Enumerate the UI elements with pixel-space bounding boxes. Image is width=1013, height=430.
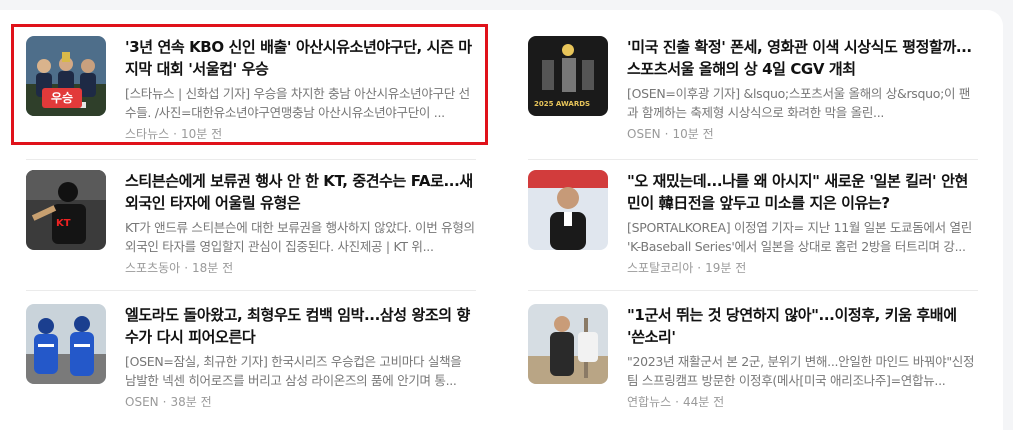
news-meta: 연합뉴스 · 44분 전 [627,395,725,409]
divider [528,159,978,160]
news-meta: OSEN · 10분 전 [627,127,714,141]
news-time: 19분 전 [705,261,747,275]
svg-text:KT: KT [56,218,71,229]
news-item[interactable]: 2025 AWARDS '미국 진출 확정' 폰세, 영화관 이색 시상식도 평… [528,36,978,141]
news-description[interactable]: [OSEN=잠실, 최규한 기자] 한국시리즈 우승컵은 고비마다 실책을 남발… [125,352,475,390]
news-time: 10분 전 [672,127,714,141]
news-time: 38분 전 [170,395,212,409]
training-camp-icon[interactable] [528,304,608,384]
news-description[interactable]: "2023년 재활군서 본 2군, 분위기 변해...안일한 마인드 바꿔야"신… [627,352,977,390]
news-source[interactable]: 스포탈코리아 [627,261,693,275]
news-title[interactable]: 스티븐슨에게 보류권 행사 안 한 KT, 중견수는 FA로...새 외국인 타… [125,170,475,214]
news-item[interactable]: "1군서 뛰는 것 당연하지 않아"...이정후, 키움 후배에 '쓴소리' "… [528,304,978,409]
divider [26,290,476,291]
svg-text:2025 AWARDS: 2025 AWARDS [534,100,590,108]
news-item[interactable]: KT 스티븐슨에게 보류권 행사 안 한 KT, 중견수는 FA로...새 외국… [26,170,476,275]
news-item[interactable]: "오 재밌는데...나를 왜 아시지" 새로운 '일본 킬러' 안현민이 韓日전… [528,170,978,275]
divider [26,159,476,160]
news-meta: OSEN · 38분 전 [125,395,212,409]
awards-poster-icon[interactable]: 2025 AWARDS [528,36,608,116]
news-source[interactable]: OSEN [125,395,159,409]
highlight-box [11,24,488,145]
news-description[interactable]: KT가 앤드류 스티븐슨에 대한 보류권을 행사하지 않았다. 이번 유형의 외… [125,218,475,256]
kt-batter-icon[interactable]: KT [26,170,106,250]
news-title[interactable]: "1군서 뛰는 것 당연하지 않아"...이정후, 키움 후배에 '쓴소리' [627,304,977,348]
news-source[interactable]: 연합뉴스 [627,395,671,409]
news-source[interactable]: 스포츠동아 [125,261,180,275]
news-time: 18분 전 [192,261,234,275]
news-description[interactable]: [SPORTALKOREA] 이정엽 기자= 지난 11월 일본 도쿄돔에서 열… [627,218,977,256]
news-meta: 스포탈코리아 · 19분 전 [627,261,747,275]
news-time: 44분 전 [683,395,725,409]
player-portrait-icon[interactable] [528,170,608,250]
news-item[interactable]: 엘도라도 돌아왔고, 최형우도 컴백 임박...삼성 왕조의 향수가 다시 피어… [26,304,476,409]
news-meta: 스포츠동아 · 18분 전 [125,261,234,275]
news-title[interactable]: 엘도라도 돌아왔고, 최형우도 컴백 임박...삼성 왕조의 향수가 다시 피어… [125,304,475,348]
news-source[interactable]: OSEN [627,127,661,141]
news-description[interactable]: [OSEN=이후광 기자] &lsquo;스포츠서울 올해의 상&rsquo;이… [627,84,977,122]
news-title[interactable]: "오 재밌는데...나를 왜 아시지" 새로운 '일본 킬러' 안현민이 韓日전… [627,170,977,214]
samsung-players-icon[interactable] [26,304,106,384]
news-title[interactable]: '미국 진출 확정' 폰세, 영화관 이색 시상식도 평정할까...스포츠서울 … [627,36,977,80]
divider [528,290,978,291]
